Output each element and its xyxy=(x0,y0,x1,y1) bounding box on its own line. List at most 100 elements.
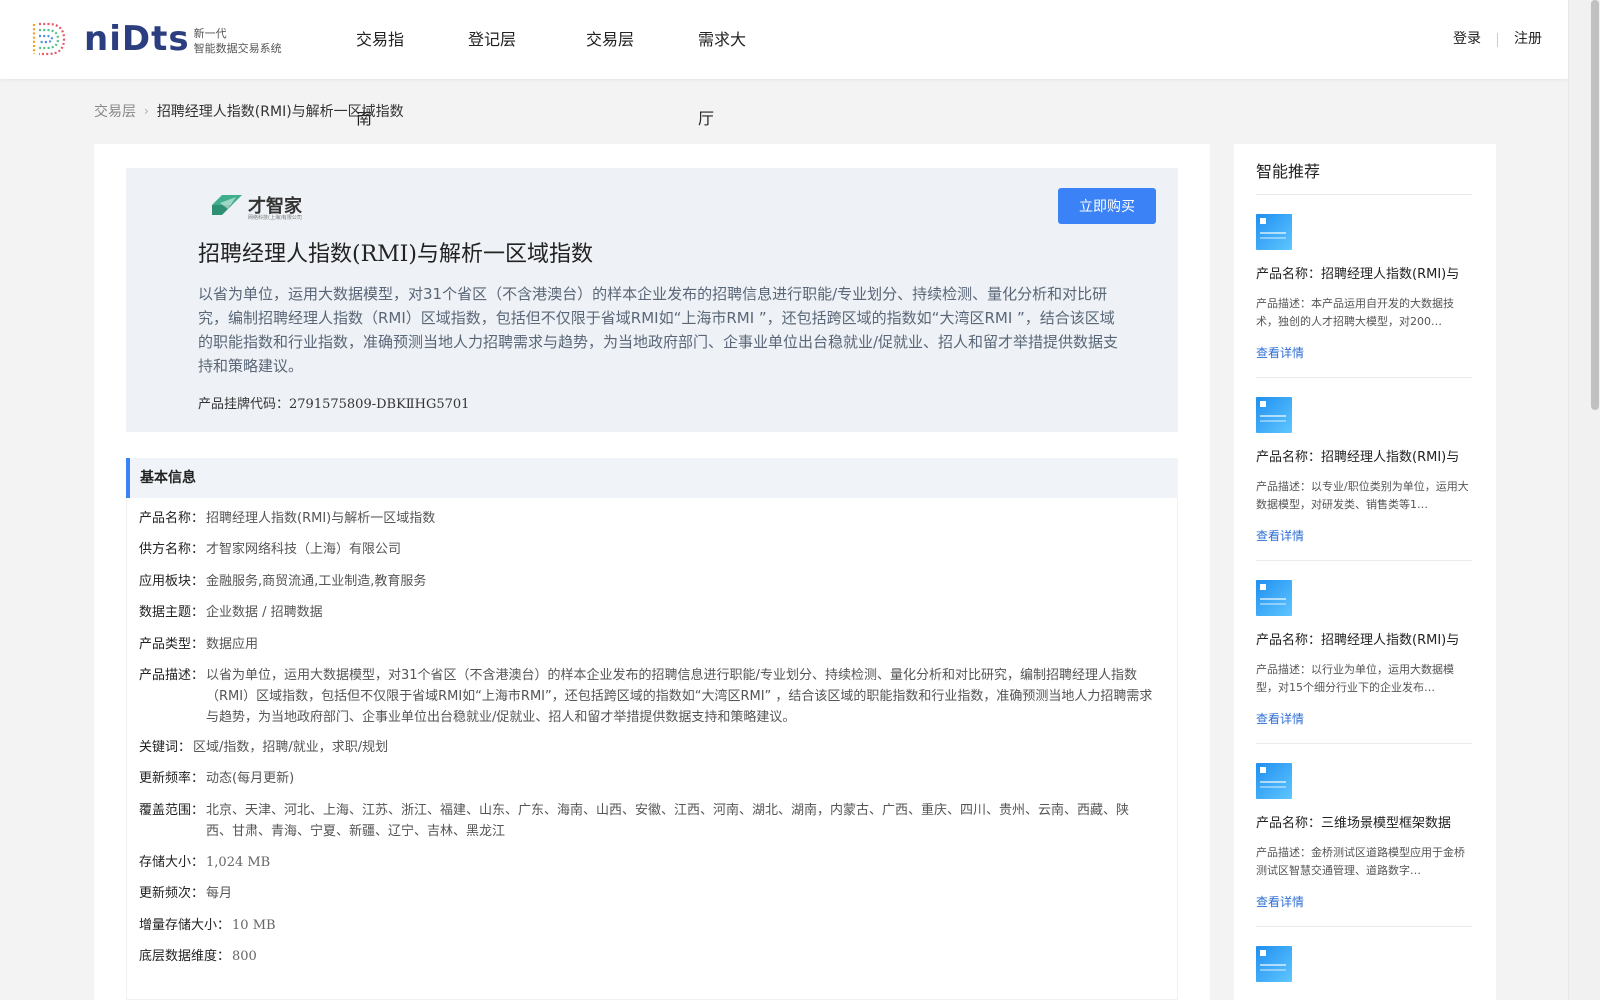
breadcrumb-parent[interactable]: 交易层 xyxy=(94,101,136,121)
recommendation-item[interactable]: 产品名称：三维场景模型框架数据 产品描述：金桥测试区道路模型应用于金桥测试区智慧… xyxy=(1256,763,1472,910)
recommendation-panel: 智能推荐 产品名称：招聘经理人指数(RMI)与 产品描述：本产品运用自开发的大数… xyxy=(1234,144,1496,1000)
divider xyxy=(1256,926,1472,927)
view-details-link[interactable]: 查看详情 xyxy=(1256,710,1304,727)
logo-text: niDts xyxy=(84,19,190,59)
auth-divider xyxy=(1497,32,1498,47)
info-row-product-name: 产品名称： 招聘经理人指数(RMI)与解析一区域指数 xyxy=(139,508,435,529)
recommendation-desc: 产品描述：本产品运用自开发的大数据技术，独创的人才招聘大模型，对200… xyxy=(1256,297,1454,328)
info-key: 产品名称： xyxy=(139,511,205,526)
info-row-data-topic: 数据主题： 企业数据 / 招聘数据 xyxy=(139,602,323,623)
view-details-link[interactable]: 查看详情 xyxy=(1256,893,1304,910)
nav-trade-guide[interactable]: 交易指南 xyxy=(356,0,416,128)
auth-links: 登录 注册 xyxy=(1453,0,1542,79)
top-navbar: niDts 新一代 智能数据交易系统 交易指南 登记层 交易层 需求大厅 登录 … xyxy=(0,0,1568,128)
info-key: 更新频次： xyxy=(139,886,205,901)
recommendation-title: 智能推荐 xyxy=(1256,162,1321,181)
info-row-provider: 供方名称： 才智家网络科技（上海）有限公司 xyxy=(139,539,401,560)
basic-info-heading: 基本信息 xyxy=(126,458,1178,498)
product-hero: 才智家 网络科技(上海)有限公司 立即购买 招聘经理人指数(RMI)与解析一区域… xyxy=(126,168,1178,432)
info-row-incremental-size: 增量存储大小： 10 MB xyxy=(139,915,276,936)
product-thumbnail[interactable] xyxy=(1256,397,1292,433)
logo-subtitle-line1: 新一代 xyxy=(193,27,227,40)
recommendation-desc: 产品描述：以行业为单位，运用大数据模型，对15个细分行业下的企业发布… xyxy=(1256,663,1454,694)
info-value: 1,024 MB xyxy=(206,855,271,870)
info-key: 覆盖范围： xyxy=(139,803,205,818)
recommendation-desc: 产品描述：金桥测试区道路模型应用于金桥测试区智慧交通管理、道路数字… xyxy=(1256,846,1465,877)
basic-info-table: 产品名称： 招聘经理人指数(RMI)与解析一区域指数 供方名称： 才智家网络科技… xyxy=(126,498,1178,1000)
info-key: 增量存储大小： xyxy=(139,918,231,933)
info-key: 底层数据维度： xyxy=(139,949,231,964)
info-value: 10 MB xyxy=(232,918,276,933)
info-key: 产品类型： xyxy=(139,637,205,652)
divider xyxy=(1256,377,1472,378)
info-value: 北京、天津、河北、上海、江苏、浙江、福建、山东、广东、海南、山西、安徽、江西、河… xyxy=(206,803,1130,839)
register-link[interactable]: 注册 xyxy=(1514,0,1542,79)
info-key: 供方名称： xyxy=(139,542,205,557)
info-value: 招聘经理人指数(RMI)与解析一区域指数 xyxy=(206,511,436,526)
buy-now-button[interactable]: 立即购买 xyxy=(1058,188,1156,224)
logo-mark-icon xyxy=(32,22,66,56)
basic-info-heading-text: 基本信息 xyxy=(140,470,196,486)
divider xyxy=(1256,560,1472,561)
info-row-sector: 应用板块： 金融服务,商贸流通,工业制造,教育服务 xyxy=(139,571,426,592)
recommendation-item-partial[interactable] xyxy=(1256,946,1472,982)
recommendation-name[interactable]: 产品名称：招聘经理人指数(RMI)与 xyxy=(1256,631,1472,651)
nav-demand-hall[interactable]: 需求大厅 xyxy=(698,0,758,128)
product-title: 招聘经理人指数(RMI)与解析一区域指数 xyxy=(198,242,593,267)
recommendation-item[interactable]: 产品名称：招聘经理人指数(RMI)与 产品描述：本产品运用自开发的大数据技术，独… xyxy=(1256,214,1472,361)
nav-registration-layer[interactable]: 登记层 xyxy=(468,0,528,79)
logo-subtitle: 新一代 智能数据交易系统 xyxy=(194,26,282,56)
info-key: 关键词： xyxy=(139,740,192,755)
info-row-description: 产品描述： 以省为单位，运用大数据模型，对31个省区（不含港澳台）的样本企业发布… xyxy=(139,665,1159,728)
product-thumbnail[interactable] xyxy=(1256,214,1292,250)
info-value: 以省为单位，运用大数据模型，对31个省区（不含港澳台）的样本企业发布的招聘信息进… xyxy=(206,668,1153,725)
breadcrumb: 交易层 › 招聘经理人指数(RMI)与解析一区域指数 xyxy=(94,101,404,121)
recommendation-item[interactable]: 产品名称：招聘经理人指数(RMI)与 产品描述：以专业/职位类别为单位，运用大数… xyxy=(1256,397,1472,544)
info-value: 金融服务,商贸流通,工业制造,教育服务 xyxy=(206,574,427,589)
recommendation-item[interactable]: 产品名称：招聘经理人指数(RMI)与 产品描述：以行业为单位，运用大数据模型，对… xyxy=(1256,580,1472,727)
product-description: 以省为单位，运用大数据模型，对31个省区（不含港澳台）的样本企业发布的招聘信息进… xyxy=(198,285,1119,375)
listing-code-label: 产品挂牌代码： xyxy=(198,397,290,412)
login-link[interactable]: 登录 xyxy=(1453,0,1481,79)
recommendation-desc: 产品描述：以专业/职位类别为单位，运用大数据模型，对研发类、销售类等1… xyxy=(1256,480,1469,511)
info-row-storage-size: 存储大小： 1,024 MB xyxy=(139,852,270,873)
product-thumbnail[interactable] xyxy=(1256,580,1292,616)
info-value: 企业数据 / 招聘数据 xyxy=(206,605,323,620)
provider-logo-icon xyxy=(212,195,242,215)
logo-subtitle-line2: 智能数据交易系统 xyxy=(193,42,282,55)
info-row-product-type: 产品类型： 数据应用 xyxy=(139,634,258,655)
info-row-update-frequency: 更新频率： 动态(每月更新) xyxy=(139,768,294,789)
provider-brand-tagline: 网络科技(上海)有限公司 xyxy=(248,215,302,221)
main-nav: 交易指南 登记层 交易层 需求大厅 xyxy=(356,0,810,128)
info-key: 产品描述： xyxy=(139,668,205,683)
recommendation-name[interactable]: 产品名称：招聘经理人指数(RMI)与 xyxy=(1256,448,1472,468)
info-value: 数据应用 xyxy=(206,637,259,652)
info-row-update-cadence: 更新频次： 每月 xyxy=(139,883,232,904)
info-key: 存储大小： xyxy=(139,855,205,870)
nav-trading-layer[interactable]: 交易层 xyxy=(586,0,646,79)
listing-code-value: 2791575809-DBKⅡHG5701 xyxy=(289,397,470,412)
provider-brand: 才智家 网络科技(上海)有限公司 xyxy=(210,192,302,221)
recommendation-name[interactable]: 产品名称：招聘经理人指数(RMI)与 xyxy=(1256,265,1472,285)
page-scrollbar[interactable] xyxy=(1568,0,1600,1000)
view-details-link[interactable]: 查看详情 xyxy=(1256,527,1304,544)
info-key: 更新频率： xyxy=(139,771,205,786)
info-value: 才智家网络科技（上海）有限公司 xyxy=(206,542,402,557)
breadcrumb-current: 招聘经理人指数(RMI)与解析一区域指数 xyxy=(156,104,404,120)
info-value: 区域/指数，招聘/就业，求职/规划 xyxy=(193,740,389,755)
divider xyxy=(1256,194,1472,195)
product-listing-code: 产品挂牌代码：2791575809-DBKⅡHG5701 xyxy=(198,393,469,412)
site-logo[interactable]: niDts 新一代 智能数据交易系统 xyxy=(30,20,282,58)
info-value: 800 xyxy=(232,949,257,964)
view-details-link[interactable]: 查看详情 xyxy=(1256,344,1304,361)
chevron-right-icon: › xyxy=(144,104,149,118)
scrollbar-thumb[interactable] xyxy=(1591,0,1599,410)
product-detail-card: 才智家 网络科技(上海)有限公司 立即购买 招聘经理人指数(RMI)与解析一区域… xyxy=(94,144,1210,1000)
info-key: 应用板块： xyxy=(139,574,205,589)
divider xyxy=(1256,743,1472,744)
info-key: 数据主题： xyxy=(139,605,205,620)
info-value: 动态(每月更新) xyxy=(206,771,295,786)
product-thumbnail[interactable] xyxy=(1256,946,1292,982)
product-thumbnail[interactable] xyxy=(1256,763,1292,799)
recommendation-name[interactable]: 产品名称：三维场景模型框架数据 xyxy=(1256,814,1472,834)
